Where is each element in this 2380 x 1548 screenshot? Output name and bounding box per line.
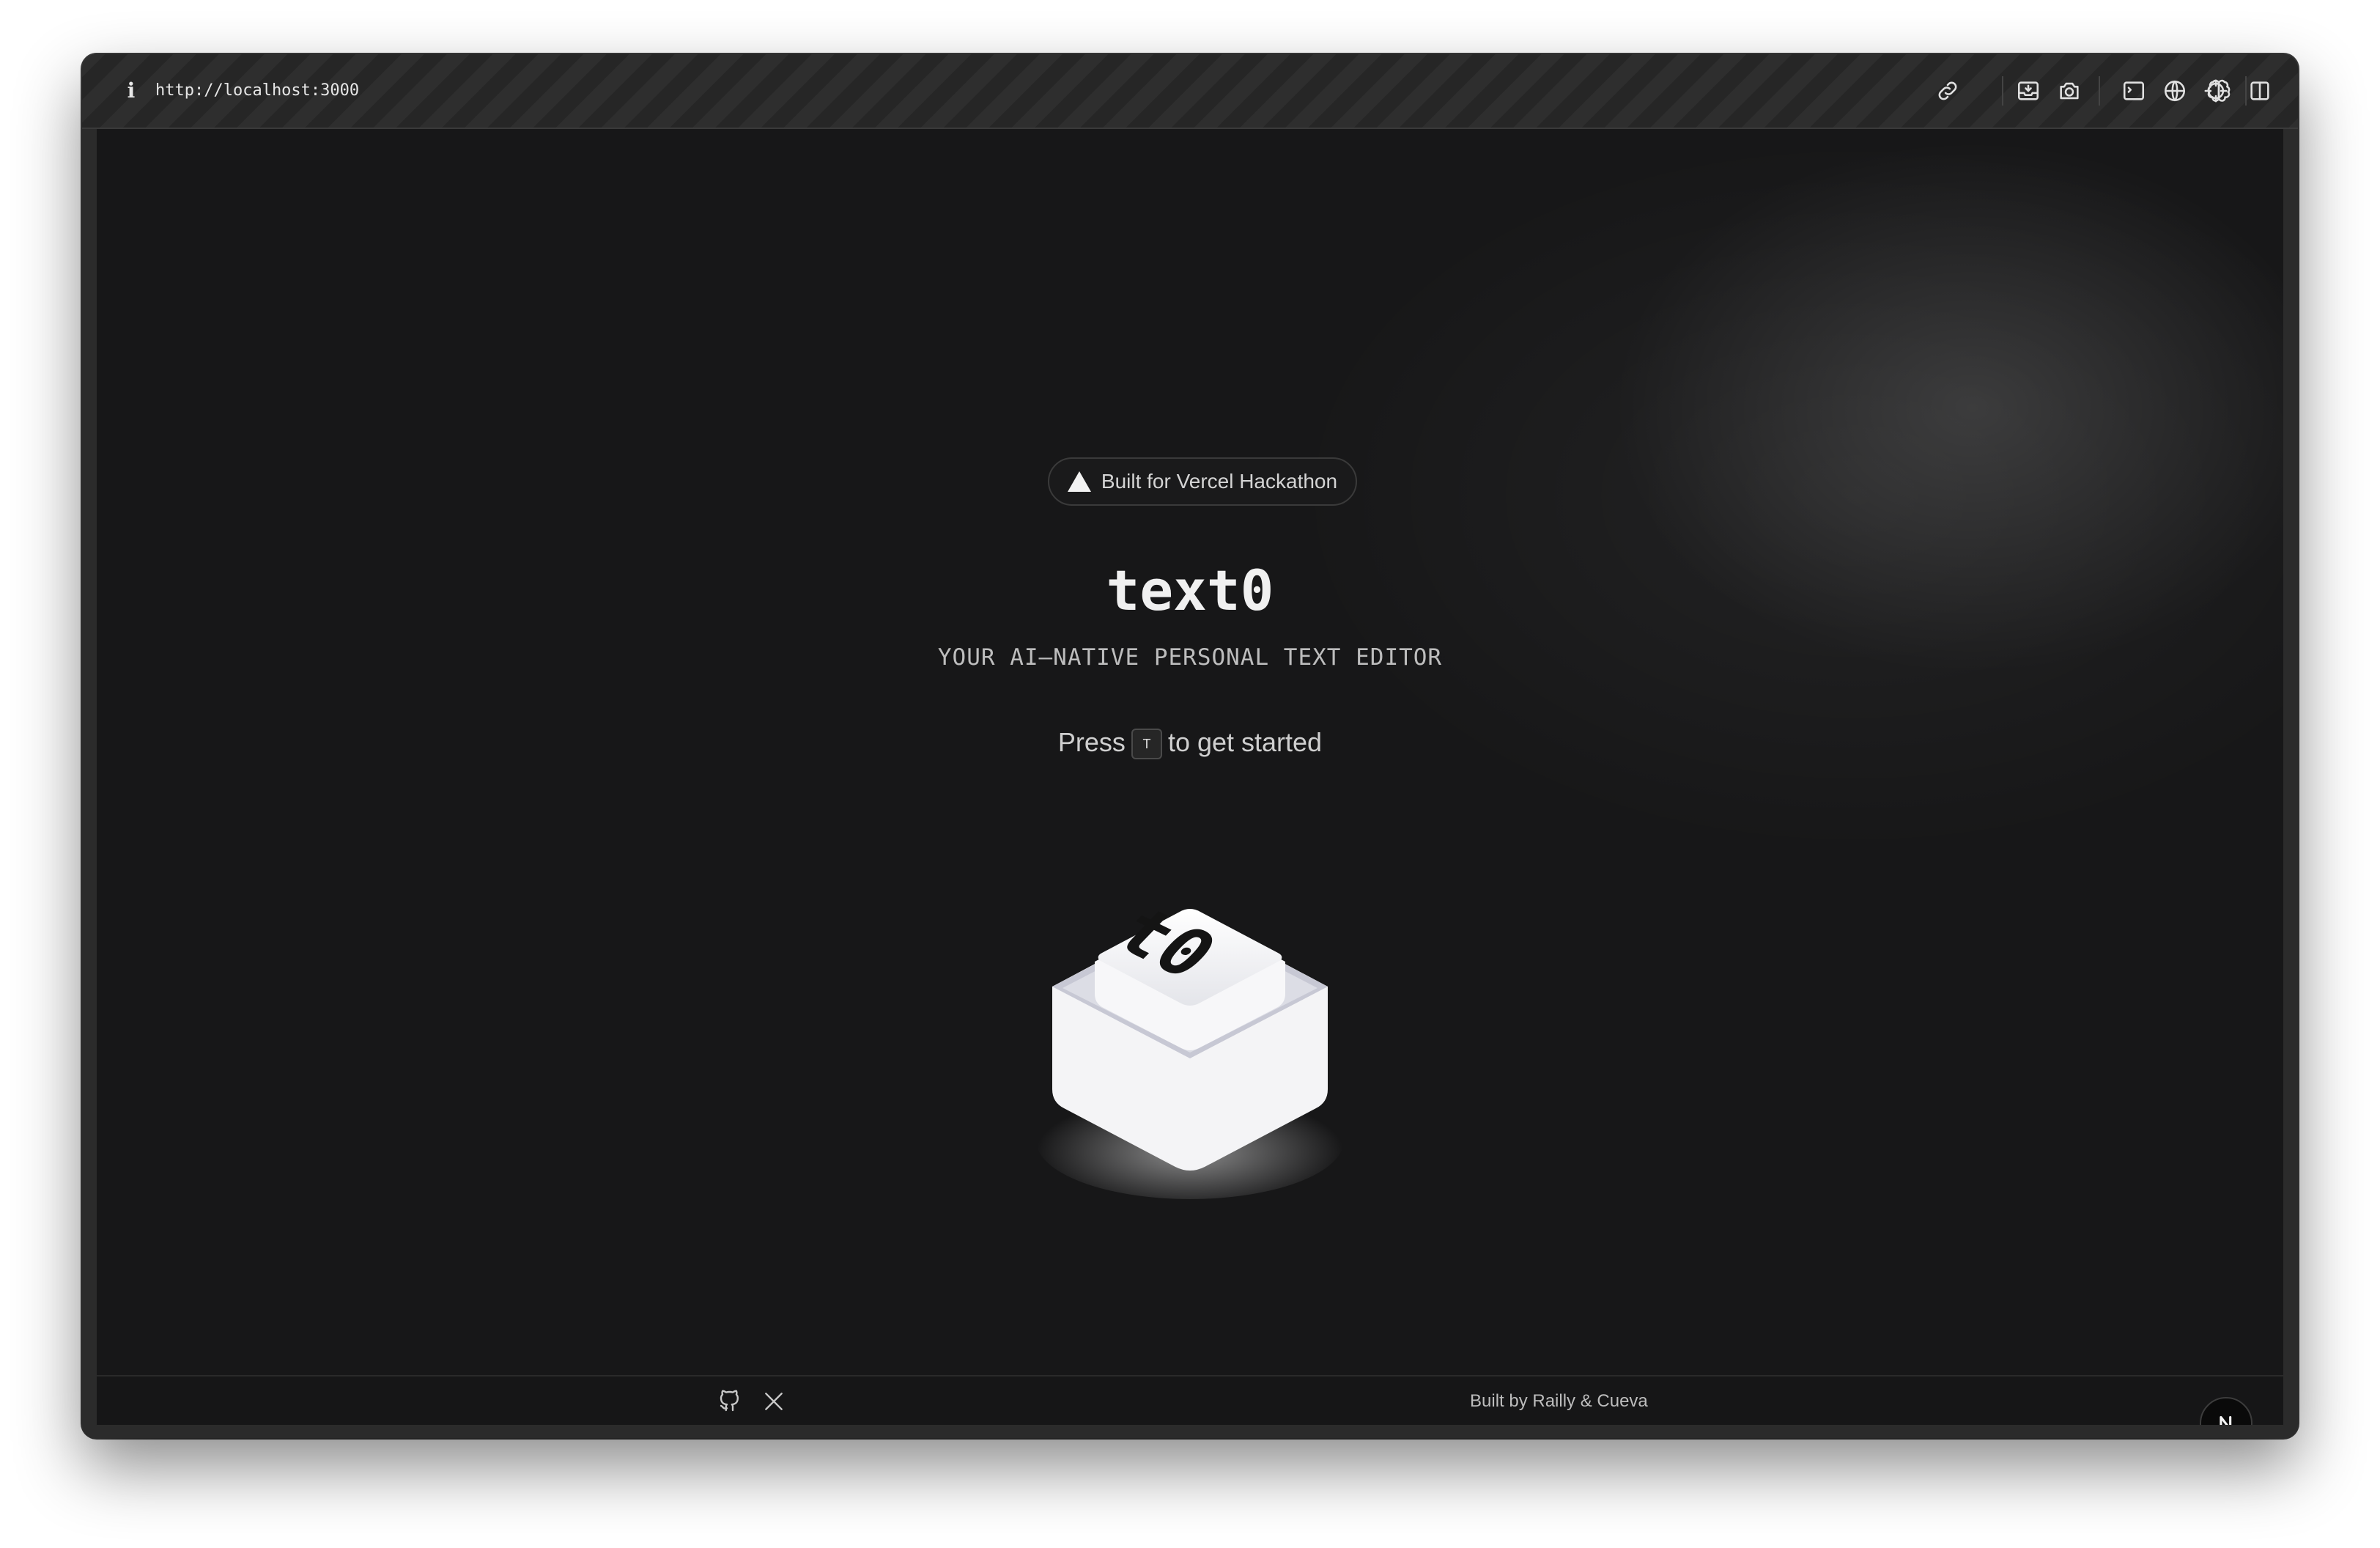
footer-credit: Built by Railly & Cueva bbox=[1470, 1391, 1648, 1411]
toolbar-divider bbox=[2099, 76, 2100, 106]
browser-window: i http://localhost:3000 Built for Vercel… bbox=[82, 54, 2298, 1438]
info-icon[interactable]: i bbox=[120, 76, 142, 106]
badge-label: Built for Vercel Hackathon bbox=[1101, 470, 1338, 493]
brain-icon[interactable] bbox=[2203, 75, 2235, 107]
page-title: text0 bbox=[1106, 558, 1274, 623]
x-icon[interactable] bbox=[758, 1385, 790, 1418]
vercel-triangle-icon bbox=[1067, 471, 1091, 492]
split-panel-icon[interactable] bbox=[2244, 75, 2276, 107]
github-icon[interactable] bbox=[714, 1385, 746, 1418]
hackathon-badge[interactable]: Built for Vercel Hackathon bbox=[1048, 457, 1357, 506]
page-footer: Built by Railly & Cueva bbox=[97, 1375, 2283, 1425]
camera-icon[interactable] bbox=[2053, 75, 2085, 107]
keycap-logo[interactable]: t0 bbox=[1029, 869, 1351, 1206]
keyboard-shortcut-key[interactable]: T bbox=[1131, 729, 1162, 760]
browser-toolbar: i http://localhost:3000 bbox=[82, 54, 2298, 129]
nextjs-logo-icon bbox=[2220, 1415, 2232, 1425]
terminal-icon[interactable] bbox=[2118, 75, 2150, 107]
toolbar-divider bbox=[2002, 76, 2003, 106]
url-bar[interactable]: http://localhost:3000 bbox=[155, 76, 359, 106]
globe-icon[interactable] bbox=[2159, 75, 2191, 107]
inbox-download-icon[interactable] bbox=[2012, 75, 2044, 107]
page-viewport: Built for Vercel Hackathon text0 YOUR AI… bbox=[97, 129, 2283, 1425]
press-prefix: Press bbox=[1057, 727, 1126, 757]
get-started-hint: Press Tto get started bbox=[97, 724, 2283, 761]
press-suffix: to get started bbox=[1167, 727, 1323, 757]
link-icon[interactable] bbox=[1932, 75, 1964, 107]
page-subtitle: YOUR AI–NATIVE PERSONAL TEXT EDITOR bbox=[937, 644, 1443, 671]
